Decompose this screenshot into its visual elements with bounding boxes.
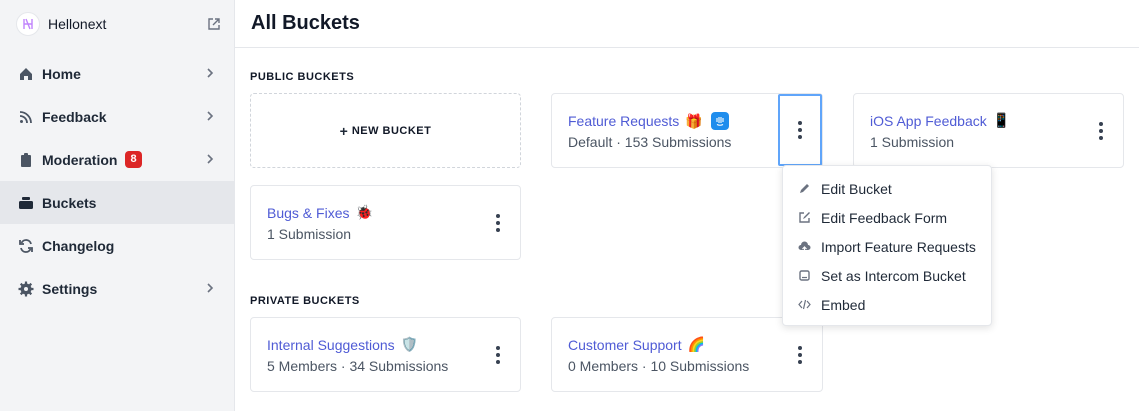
sidebar-item-settings[interactable]: Settings (0, 267, 235, 310)
more-options-icon[interactable] (488, 208, 508, 238)
chat-box-icon (797, 269, 811, 283)
menu-item-set-intercom-bucket[interactable]: Set as Intercom Bucket (783, 261, 991, 290)
home-icon (18, 66, 34, 82)
menu-item-import-feature-requests[interactable]: Import Feature Requests (783, 232, 991, 261)
chevron-right-icon (207, 68, 214, 78)
menu-item-label: Edit Feedback Form (821, 209, 948, 226)
sidebar: Hellonext Home Feedback Moderation 8 Buc… (0, 0, 235, 411)
brand-logo-icon (16, 12, 40, 36)
sidebar-item-label: Feedback (42, 108, 107, 125)
public-buckets-heading: PUBLIC BUCKETS (250, 71, 355, 83)
chevron-right-icon (207, 283, 214, 293)
bucket-emoji: 🛡️ (400, 336, 419, 352)
new-bucket-label: NEW BUCKET (351, 124, 432, 137)
sidebar-item-label: Moderation (42, 151, 118, 168)
clipboard-icon (18, 152, 34, 168)
sidebar-item-label: Settings (42, 280, 98, 297)
refresh-icon (18, 238, 34, 254)
more-options-icon[interactable] (790, 340, 810, 370)
bucket-meta: 0 Members · 10 Submissions (568, 358, 750, 374)
more-options-icon[interactable] (1091, 116, 1111, 146)
bucket-card[interactable]: iOS App Feedback 📱 1 Submission (853, 93, 1124, 168)
sidebar-item-home[interactable]: Home (0, 52, 235, 95)
bucket-emoji: 🌈 (687, 336, 706, 352)
bucket-emoji: 🐞 (355, 204, 373, 220)
bucket-card[interactable]: Feature Requests 🎁 Default · 153 Submiss… (551, 93, 823, 168)
more-options-icon[interactable] (488, 340, 508, 370)
sidebar-item-buckets[interactable]: Buckets (0, 181, 235, 224)
private-buckets-heading: PRIVATE BUCKETS (250, 295, 360, 307)
external-link-icon[interactable] (206, 16, 222, 32)
plus-icon: + (339, 122, 348, 139)
pencil-icon (797, 182, 811, 196)
bucket-name[interactable]: Customer Support (568, 337, 682, 353)
bucket-emoji: 📱 (992, 112, 1011, 128)
rss-icon (18, 109, 34, 125)
more-options-icon[interactable] (778, 94, 822, 166)
bucket-card[interactable]: Bugs & Fixes 🐞 1 Submission (250, 185, 521, 260)
page-title: All Buckets (251, 12, 360, 34)
bucket-name[interactable]: iOS App Feedback (870, 113, 987, 129)
bucket-meta: 1 Submission (870, 134, 955, 150)
menu-item-edit-bucket[interactable]: Edit Bucket (783, 174, 991, 203)
cloud-upload-icon (797, 240, 811, 254)
chevron-right-icon (207, 154, 214, 164)
brand-name: Hellonext (48, 16, 107, 32)
menu-item-embed[interactable]: Embed (783, 290, 991, 319)
bucket-options-menu: Edit Bucket Edit Feedback Form Import Fe… (782, 165, 992, 326)
sidebar-item-label: Changelog (42, 237, 115, 254)
bucket-meta: 1 Submission (267, 226, 352, 242)
bucket-meta: Default · 153 Submissions (568, 134, 732, 150)
header: All Buckets (235, 0, 1139, 48)
sidebar-item-label: Buckets (42, 194, 97, 211)
edit-square-icon (797, 211, 811, 225)
bucket-meta: 5 Members · 34 Submissions (267, 358, 449, 374)
inbox-stack-icon (18, 195, 34, 211)
sidebar-item-changelog[interactable]: Changelog (0, 224, 235, 267)
bucket-emoji: 🎁 (685, 112, 703, 129)
bucket-card[interactable]: Internal Suggestions 🛡️ 5 Members · 34 S… (250, 317, 521, 392)
brand[interactable]: Hellonext (16, 12, 222, 36)
bucket-card[interactable]: Customer Support 🌈 0 Members · 10 Submis… (551, 317, 823, 392)
new-bucket-button[interactable]: + NEW BUCKET (250, 93, 521, 168)
gear-icon (18, 281, 34, 297)
sidebar-item-moderation[interactable]: Moderation 8 (0, 138, 235, 181)
intercom-icon (710, 112, 729, 130)
menu-item-edit-feedback-form[interactable]: Edit Feedback Form (783, 203, 991, 232)
menu-item-label: Edit Bucket (821, 180, 892, 197)
sidebar-nav: Home Feedback Moderation 8 Buckets Chang… (0, 52, 235, 310)
bucket-name[interactable]: Bugs & Fixes (267, 205, 349, 221)
sidebar-item-feedback[interactable]: Feedback (0, 95, 235, 138)
bucket-name[interactable]: Internal Suggestions (267, 337, 395, 353)
moderation-count-badge: 8 (125, 151, 142, 168)
chevron-right-icon (207, 111, 214, 121)
menu-item-label: Embed (821, 296, 866, 313)
menu-item-label: Import Feature Requests (821, 238, 976, 255)
bucket-name[interactable]: Feature Requests (568, 113, 679, 129)
sidebar-item-label: Home (42, 65, 81, 82)
code-icon (797, 298, 811, 312)
menu-item-label: Set as Intercom Bucket (821, 267, 966, 284)
